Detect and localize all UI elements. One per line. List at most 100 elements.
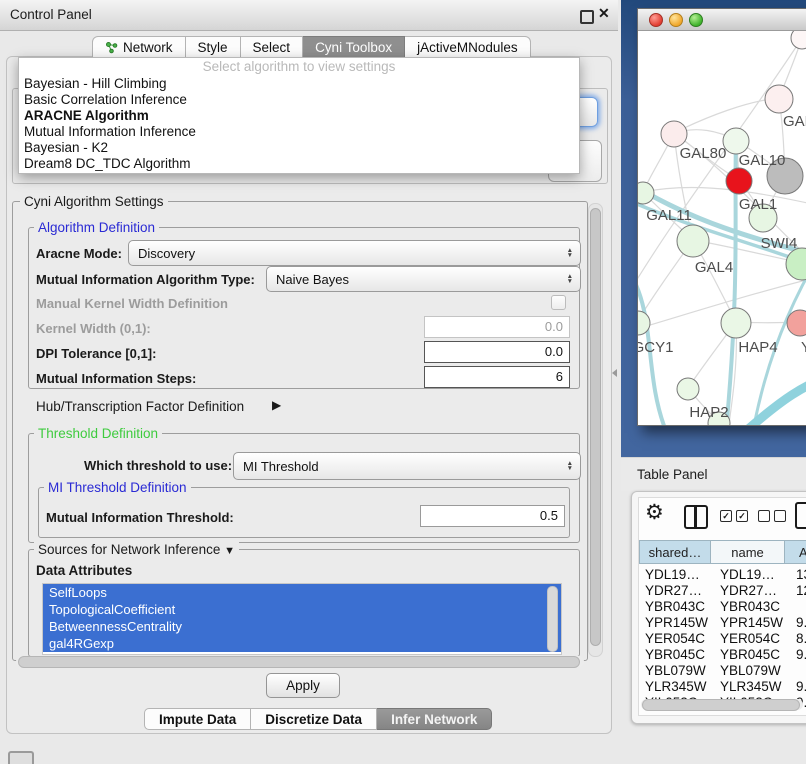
- node-gal80[interactable]: [661, 121, 687, 147]
- collapse-arrow-icon[interactable]: ▼: [224, 545, 235, 557]
- mi-steps-field[interactable]: 6: [424, 366, 570, 388]
- cell: YER054C: [639, 631, 716, 647]
- node-hap4[interactable]: [721, 308, 751, 338]
- node-label: GAL: [783, 113, 806, 130]
- combo-stepper-icon: ▲▼: [567, 461, 573, 471]
- document-icon[interactable]: [795, 502, 806, 529]
- network-window-titlebar[interactable]: [638, 9, 806, 31]
- aracne-mode-combobox[interactable]: Discovery ▲▼: [128, 240, 581, 266]
- manual-kernel-checkbox[interactable]: [551, 295, 566, 310]
- table-hscrollbar-thumb[interactable]: [642, 699, 800, 711]
- mi-threshold-label: Mutual Information Threshold:: [46, 510, 234, 525]
- unchecked-checkbox-icon[interactable]: [758, 510, 770, 522]
- mi-threshold-group-title: MI Threshold Definition: [44, 480, 191, 495]
- tab-label: Network: [123, 40, 173, 55]
- node-label: Y: [801, 339, 806, 356]
- checked-checkbox-icon[interactable]: ✓: [736, 510, 748, 522]
- table-hscrollbar[interactable]: [641, 699, 803, 710]
- expander-arrow-icon[interactable]: ▶: [272, 398, 281, 412]
- which-threshold-value: MI Threshold: [243, 459, 319, 474]
- mi-threshold-field[interactable]: 0.5: [420, 505, 565, 527]
- node-gal10[interactable]: [723, 128, 749, 154]
- attribute-item[interactable]: TopologicalCoefficient: [43, 601, 561, 618]
- tab-impute-data[interactable]: Impute Data: [144, 708, 251, 730]
- cyni-bottom-tabs: Impute Data Discretize Data Infer Networ…: [144, 708, 492, 730]
- settings-scrollbar-thumb[interactable]: [590, 208, 601, 646]
- dropdown-item[interactable]: Dream8 DC_TDC Algorithm: [19, 156, 579, 172]
- node-partial-top[interactable]: [791, 31, 806, 49]
- dpi-tolerance-field[interactable]: 0.0: [424, 341, 570, 363]
- settings-scrollbar[interactable]: [588, 203, 603, 657]
- table-row[interactable]: YER054C YER054C 8.: [639, 631, 806, 647]
- node-label: GAL10: [739, 152, 786, 169]
- tab-cyni-toolbox[interactable]: Cyni Toolbox: [303, 36, 405, 59]
- cell: YER054C: [716, 631, 794, 647]
- zoom-traffic-light-icon[interactable]: [689, 13, 703, 27]
- node-label: GAL80: [680, 145, 727, 162]
- cell: YPR145W: [716, 615, 794, 631]
- settings-hscrollbar-thumb[interactable]: [18, 656, 580, 668]
- tab-infer-network[interactable]: Infer Network: [377, 708, 492, 730]
- node-gal-partial[interactable]: [765, 85, 793, 113]
- network-view-window[interactable]: GAL80 GAL10 GAL1 GAL11 SWI4 GAL4 GCY1 HA…: [637, 8, 806, 426]
- dropdown-item[interactable]: Basic Correlation Inference: [19, 92, 579, 108]
- network-canvas[interactable]: GAL80 GAL10 GAL1 GAL11 SWI4 GAL4 GCY1 HA…: [638, 31, 806, 425]
- close-icon[interactable]: ✕: [598, 5, 610, 22]
- table-row[interactable]: YBR043C YBR043C: [639, 599, 806, 615]
- table-row[interactable]: YBR045C YBR045C 9.: [639, 647, 806, 663]
- node-gal4[interactable]: [677, 225, 709, 257]
- node-swi4[interactable]: [786, 248, 806, 280]
- tab-discretize-data[interactable]: Discretize Data: [251, 708, 377, 730]
- data-attributes-list[interactable]: SelfLoops TopologicalCoefficient Between…: [42, 583, 562, 655]
- attribute-item[interactable]: BetweennessCentrality: [43, 618, 561, 635]
- dropdown-item-selected[interactable]: ARACNE Algorithm: [19, 108, 579, 124]
- dropdown-prompt: Select algorithm to view settings: [19, 58, 579, 76]
- hub-expander-label[interactable]: Hub/Transcription Factor Definition: [36, 399, 244, 414]
- close-traffic-light-icon[interactable]: [649, 13, 663, 27]
- node-selected-red[interactable]: [726, 168, 752, 194]
- column-header-partial[interactable]: A: [785, 540, 806, 564]
- tab-select[interactable]: Select: [241, 36, 304, 59]
- float-window-icon[interactable]: [580, 10, 594, 24]
- minimize-traffic-light-icon[interactable]: [669, 13, 683, 27]
- attributes-scrollbar-thumb[interactable]: [547, 586, 558, 652]
- table-row[interactable]: YBL079W YBL079W: [639, 663, 806, 679]
- tab-network[interactable]: Network: [92, 36, 186, 59]
- table-panel-title: Table Panel: [637, 467, 708, 482]
- gear-icon[interactable]: ⚙: [645, 502, 664, 523]
- dropdown-item[interactable]: Bayesian - Hill Climbing: [19, 76, 579, 92]
- column-header-name[interactable]: name: [711, 540, 785, 564]
- tab-label: jActiveMNodules: [417, 40, 518, 55]
- tab-jactivemnodules[interactable]: jActiveMNodules: [405, 36, 531, 59]
- threshold-definition-title: Threshold Definition: [34, 426, 162, 441]
- column-header-sharedname[interactable]: shared…: [639, 540, 711, 564]
- panel-divider-collapse-icon[interactable]: [612, 369, 617, 377]
- node-label: GAL4: [695, 259, 733, 276]
- collapsed-panel-button[interactable]: [8, 751, 34, 764]
- checked-checkbox-icon[interactable]: ✓: [720, 510, 732, 522]
- table-row[interactable]: YDL19… YDL19… 13: [639, 567, 806, 583]
- table-row[interactable]: YDR27… YDR27… 12: [639, 583, 806, 599]
- attribute-item[interactable]: SelfLoops: [43, 584, 561, 601]
- settings-group-title: Cyni Algorithm Settings: [20, 194, 168, 209]
- node-hap2[interactable]: [677, 378, 699, 400]
- table-row[interactable]: YPR145W YPR145W 9.: [639, 615, 806, 631]
- tab-style[interactable]: Style: [186, 36, 241, 59]
- mi-type-combobox[interactable]: Naive Bayes ▲▼: [266, 266, 581, 292]
- network-icon: [105, 41, 118, 54]
- which-threshold-combobox[interactable]: MI Threshold ▲▼: [233, 452, 581, 480]
- dropdown-item[interactable]: Mutual Information Inference: [19, 124, 579, 140]
- network-graph: GAL80 GAL10 GAL1 GAL11 SWI4 GAL4 GCY1 HA…: [638, 31, 806, 425]
- cell: YDR27…: [716, 583, 794, 599]
- unchecked-checkbox-icon[interactable]: [774, 510, 786, 522]
- split-columns-icon[interactable]: [684, 505, 708, 529]
- tab-label: Select: [253, 40, 291, 55]
- dropdown-item[interactable]: Bayesian - K2: [19, 140, 579, 156]
- cell: YBR045C: [639, 647, 716, 663]
- attribute-item[interactable]: gal4RGexp: [43, 635, 561, 652]
- table-row[interactable]: YLR345W YLR345W 9.: [639, 679, 806, 695]
- settings-hscrollbar[interactable]: [16, 656, 584, 667]
- node-label: HAP4: [738, 339, 777, 356]
- apply-button[interactable]: Apply: [266, 673, 340, 698]
- combo-stepper-icon: ▲▼: [567, 274, 573, 284]
